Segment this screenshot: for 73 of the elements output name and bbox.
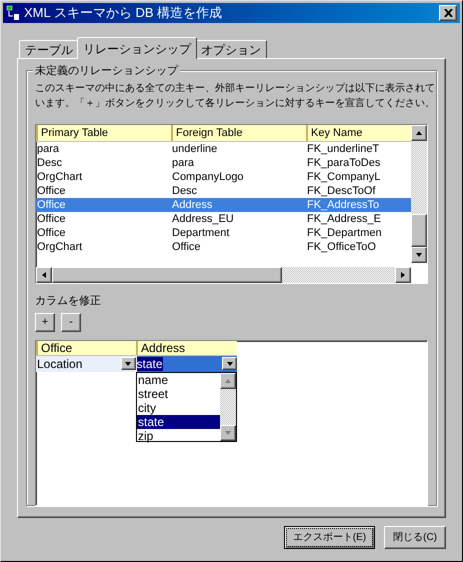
table-row[interactable]: OrgChart Office FK_OfficeToO [36,240,411,254]
caret-icon [415,251,423,259]
table-cell-text: Office [36,226,67,240]
table-cell-text: OrgChart [36,240,84,254]
column-header[interactable]: Primary Table [36,125,171,141]
scroll-button[interactable] [411,125,427,141]
dropdown-option[interactable]: street [137,386,220,400]
table-cell-text: Desc [36,156,64,170]
window-title: XML スキーマから DB 構造を作成 [24,4,224,22]
section-label: カラムを修正 [35,294,102,309]
caret-icon [40,271,48,279]
dialog-button[interactable]: 閉じる(C) [384,526,446,549]
column-header[interactable]: Foreign Table [171,125,306,141]
table-cell-text: Desc [171,184,198,198]
column-button[interactable]: - [61,312,81,332]
table-cell-text: Address_EU [171,212,235,226]
dialog-button[interactable]: エクスポート(E) [284,526,376,549]
target-combo[interactable]: state [136,356,237,372]
source-combo[interactable]: Location [36,356,136,372]
scroll-thumb[interactable] [52,267,282,283]
scroll-button[interactable] [411,247,427,263]
caret-icon [224,428,232,436]
dropdown-icon [124,360,132,368]
scroll-button[interactable] [220,424,236,440]
dropdown-option[interactable]: zip [137,428,220,442]
table-cell-text: Office [171,240,202,254]
table-cell-text: underline [171,142,218,156]
dropdown-option[interactable]: name [137,372,220,386]
column-button[interactable]: + [35,312,55,332]
table-cell-text: Address [171,198,214,212]
table-cell-text: CompanyLogo [171,170,245,184]
dropdown-icon [226,360,234,368]
table-cell-text: OrgChart [36,170,84,184]
close-icon [444,9,452,17]
table-cell-text: FK_AddressTo [306,198,380,212]
table-cell-text: para [171,156,196,170]
app-icon [6,5,20,21]
scroll-button[interactable] [36,267,52,283]
dropdown-option[interactable]: city [137,400,220,414]
table-row[interactable]: Office Desc FK_DescToOf [36,184,411,198]
table-cell-text: para [36,142,60,156]
table-cell-text: FK_OfficeToO [306,240,377,254]
table-cell-text: FK_Departmen [306,226,383,240]
description-text: このスキーマの中にある全ての主キー、外部キーリレーションシップは以下に表示されています。「＋」ボタンをクリックして各リレーションに対するキーを宣言してください。 [35,82,435,111]
scroll-thumb[interactable] [411,214,427,247]
table-row[interactable]: Desc para FK_paraToDes [36,156,411,170]
table-cell-text: FK_underlineT [306,142,380,156]
table-row[interactable]: Office Department FK_Departmen [36,226,411,240]
table-cell-text: Office [36,212,67,226]
table-row[interactable]: OrgChart CompanyLogo FK_CompanyL [36,170,411,184]
vertical-scrollbar[interactable] [411,125,427,263]
caret-icon [415,129,423,137]
scroll-button[interactable] [395,267,411,283]
list-scrollbar[interactable] [220,372,236,440]
tab[interactable]: リレーションシップ [77,37,197,59]
table-cell-text: FK_paraToDes [306,156,382,170]
dropdown-option[interactable]: state [137,414,220,428]
table-row[interactable]: Office Address_EU FK_Address_E [36,212,411,226]
tab[interactable]: テーブル [19,40,79,58]
scroll-button[interactable] [220,372,236,388]
horizontal-scrollbar[interactable] [36,267,411,283]
table-row[interactable]: para underline FK_underlineT [36,142,411,156]
table-cell-text: FK_DescToOf [306,184,376,198]
table-cell-text: FK_CompanyL [306,170,382,184]
close-button[interactable] [439,5,457,21]
table-cell-text: Department [171,226,230,240]
caret-icon [224,376,232,384]
table-row[interactable]: Office Address FK_AddressTo [36,198,411,212]
table-cell-text: Office [36,184,67,198]
tab[interactable]: オプション [195,40,267,58]
table-cell-text: Office [36,198,67,212]
table-cell-text: FK_Address_E [306,212,382,226]
caret-icon [399,271,407,279]
